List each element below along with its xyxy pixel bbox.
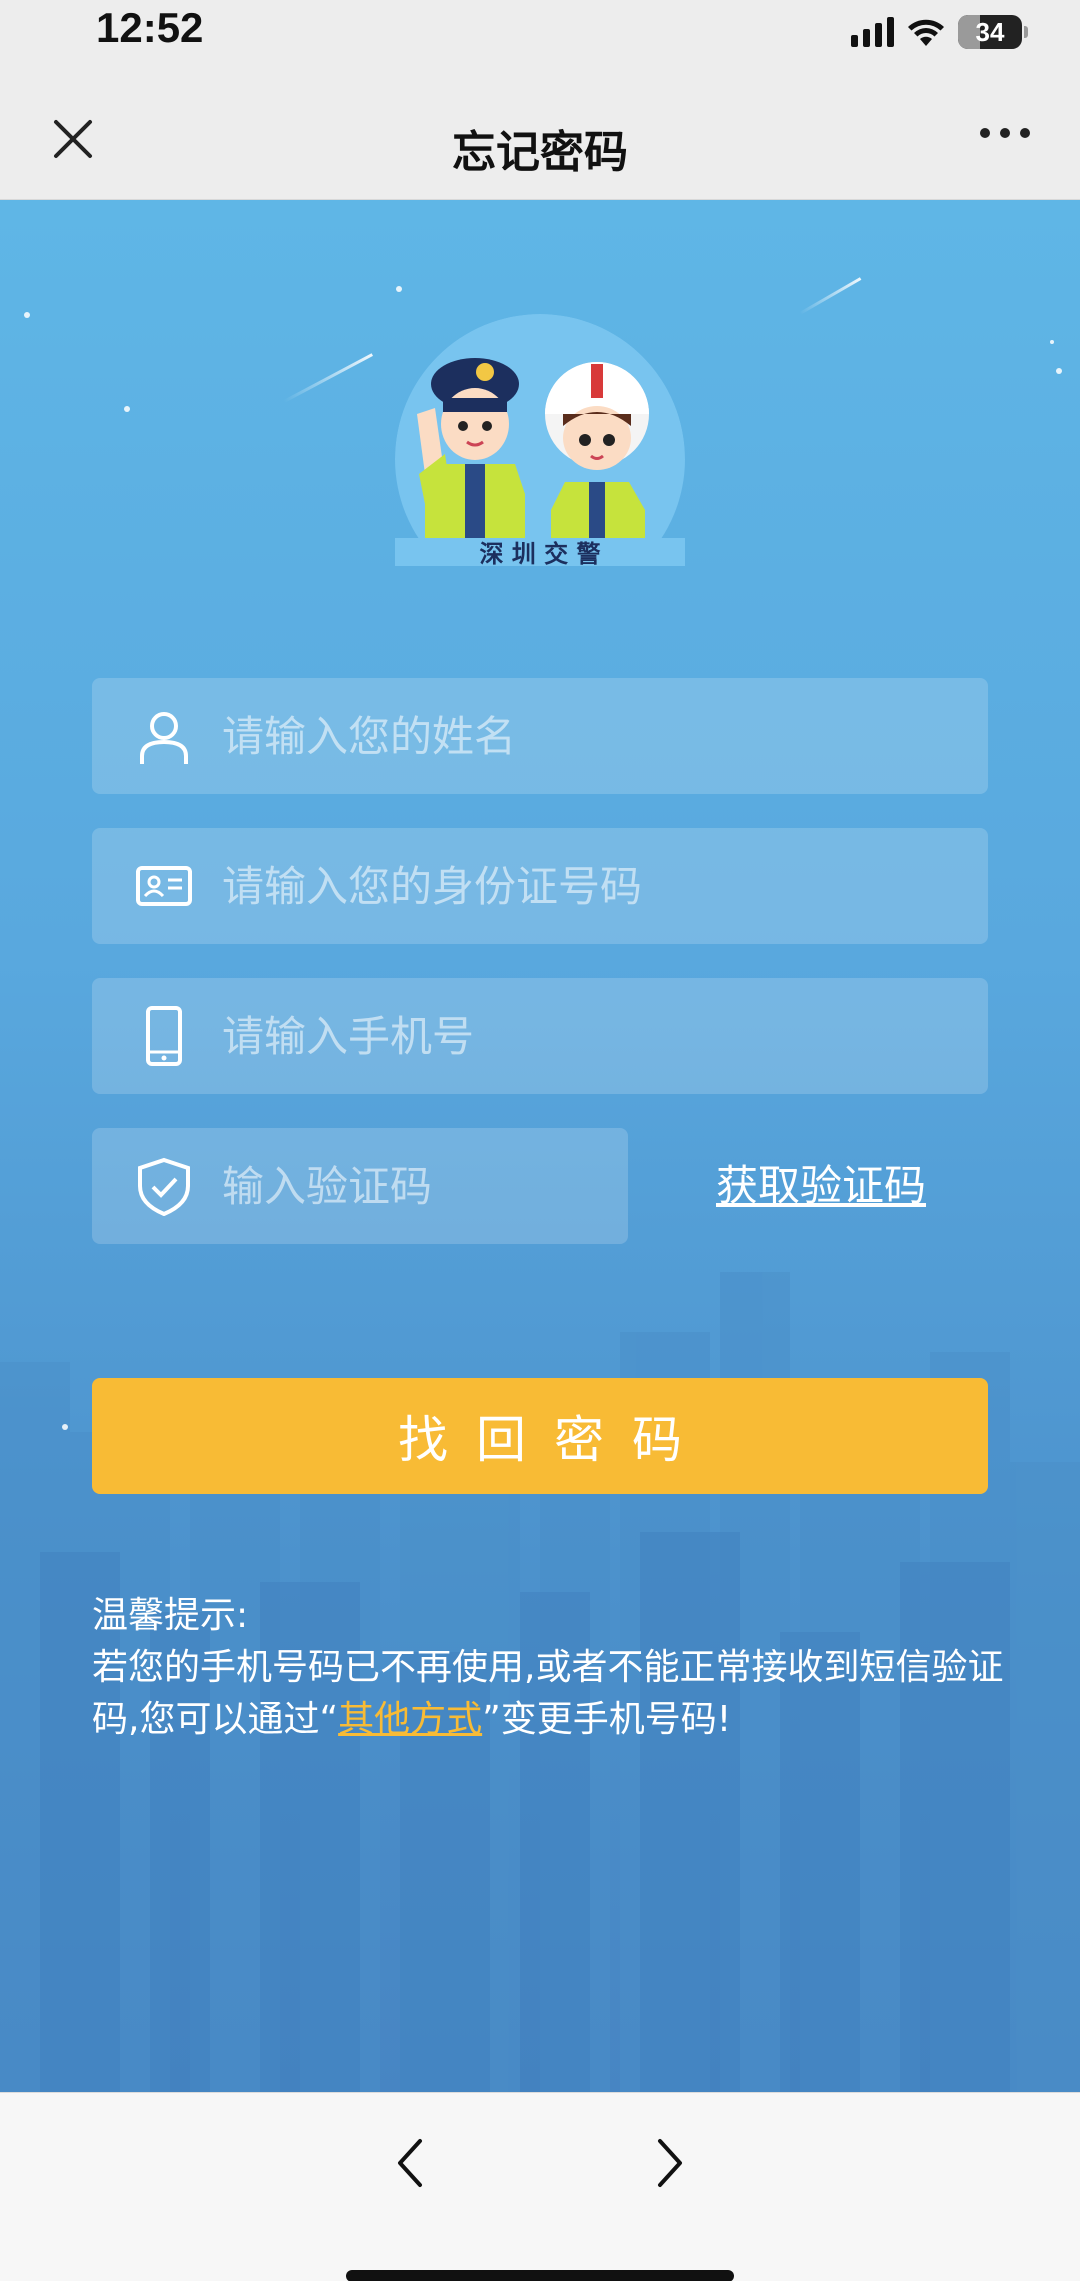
tips-text-after: ”变更手机号码!	[482, 1699, 732, 1740]
wifi-icon	[908, 19, 944, 46]
main-content: 深 圳 交 警 请输入您的姓名 请输入您的身份证号码 请输入手机号 输入验证码 …	[0, 200, 1080, 2092]
retrieve-password-button[interactable]: 找回密码	[92, 1378, 988, 1494]
name-input[interactable]	[222, 678, 968, 794]
id-number-input[interactable]	[222, 828, 968, 944]
verification-code-input[interactable]	[222, 1128, 608, 1244]
id-card-icon	[136, 866, 192, 906]
get-code-link[interactable]: 获取验证码	[716, 1152, 926, 1213]
home-indicator	[346, 2270, 734, 2281]
status-bar: 12:52 34	[0, 0, 1080, 76]
battery-icon: 34	[958, 15, 1028, 49]
star-decoration	[62, 1424, 68, 1430]
chevron-left-icon[interactable]	[386, 2133, 436, 2193]
phone-field[interactable]	[92, 978, 988, 1094]
battery-level: 34	[975, 16, 1005, 47]
star-decoration	[24, 312, 30, 318]
meteor-decoration	[799, 277, 862, 315]
status-icons: 34	[851, 12, 1028, 52]
nav-bar: 忘记密码	[0, 76, 1080, 200]
other-methods-link[interactable]: 其他方式	[338, 1699, 482, 1740]
police-logo: 深 圳 交 警	[395, 314, 685, 566]
chevron-right-icon[interactable]	[644, 2133, 694, 2193]
verification-code-field[interactable]	[92, 1128, 628, 1244]
page-title: 忘记密码	[452, 127, 628, 178]
tips-text: 若您的手机号码已不再使用,或者不能正常接收到短信验证码,您可以通过“其他方式”变…	[92, 1642, 1012, 1746]
tips-section: 温馨提示: 若您的手机号码已不再使用,或者不能正常接收到短信验证码,您可以通过“…	[92, 1590, 1012, 1746]
tips-heading: 温馨提示:	[92, 1595, 249, 1636]
star-decoration	[1056, 368, 1062, 374]
star-decoration	[124, 406, 130, 412]
browser-toolbar	[0, 2092, 1080, 2281]
phone-input[interactable]	[222, 978, 968, 1094]
meteor-decoration	[283, 353, 373, 403]
name-field[interactable]	[92, 678, 988, 794]
signal-icon	[851, 17, 894, 47]
shield-check-icon	[138, 1157, 190, 1216]
user-icon	[140, 712, 188, 764]
star-decoration	[1050, 340, 1054, 344]
logo-caption: 深 圳 交 警	[479, 540, 600, 566]
phone-icon	[146, 1006, 182, 1066]
more-icon[interactable]	[980, 128, 1030, 138]
star-decoration	[396, 286, 402, 292]
status-time: 12:52	[96, 4, 204, 51]
id-number-field[interactable]	[92, 828, 988, 944]
